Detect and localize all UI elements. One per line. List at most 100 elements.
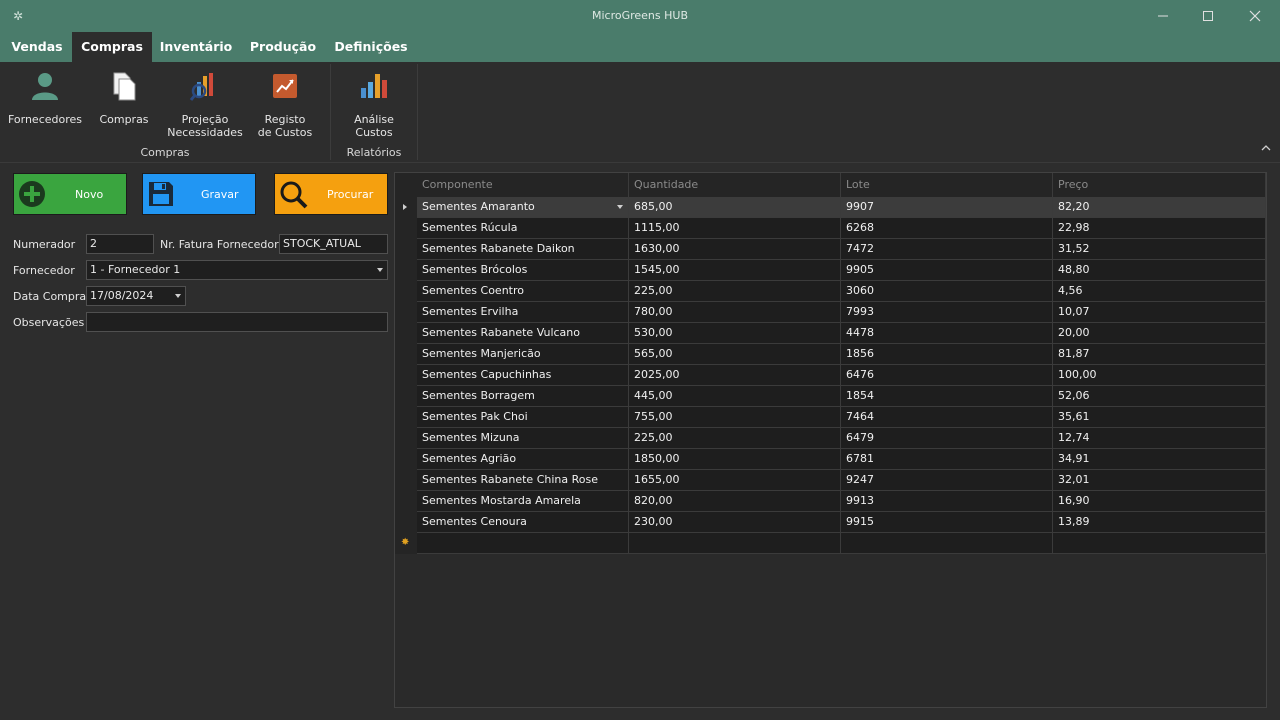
column-header-lote[interactable]: Lote — [841, 173, 1053, 197]
table-row[interactable]: Sementes Amaranto 685,00 9907 82,20 — [395, 197, 1266, 218]
table-cell[interactable]: 820,00 — [629, 491, 841, 512]
row-header[interactable] — [395, 239, 417, 260]
fornecedor-select[interactable]: 1 - Fornecedor 1 — [86, 260, 388, 280]
minimize-button[interactable] — [1140, 0, 1186, 32]
table-cell[interactable]: 9905 — [841, 260, 1053, 281]
table-cell[interactable]: Sementes Ervilha — [417, 302, 629, 323]
table-cell[interactable] — [1053, 533, 1266, 554]
chevron-down-icon[interactable] — [617, 205, 623, 209]
table-cell[interactable]: 9247 — [841, 470, 1053, 491]
table-cell[interactable]: 9915 — [841, 512, 1053, 533]
table-cell[interactable]: 1115,00 — [629, 218, 841, 239]
tab-inventario[interactable]: Inventário — [152, 32, 240, 62]
table-cell[interactable]: 1856 — [841, 344, 1053, 365]
table-cell[interactable]: 4478 — [841, 323, 1053, 344]
close-button[interactable] — [1232, 0, 1278, 32]
table-cell[interactable]: 22,98 — [1053, 218, 1266, 239]
table-row[interactable]: Sementes Rabanete Vulcano 530,00 4478 20,00 — [395, 323, 1266, 344]
table-cell[interactable]: Sementes Amaranto — [417, 197, 629, 218]
table-cell[interactable]: Sementes Rabanete Daikon — [417, 239, 629, 260]
table-cell[interactable] — [417, 533, 629, 554]
table-row[interactable]: Sementes Rabanete Daikon 1630,00 7472 31,52 — [395, 239, 1266, 260]
table-cell[interactable]: Sementes Pak Choi — [417, 407, 629, 428]
table-cell[interactable]: Sementes Rabanete China Rose — [417, 470, 629, 491]
table-row[interactable]: Sementes Agrião 1850,00 6781 34,91 — [395, 449, 1266, 470]
table-cell[interactable]: Sementes Borragem — [417, 386, 629, 407]
table-cell[interactable]: 4,56 — [1053, 281, 1266, 302]
table-cell[interactable]: 13,89 — [1053, 512, 1266, 533]
row-header[interactable] — [395, 281, 417, 302]
table-cell[interactable]: 230,00 — [629, 512, 841, 533]
row-header[interactable] — [395, 386, 417, 407]
table-cell[interactable]: 81,87 — [1053, 344, 1266, 365]
row-header[interactable] — [395, 449, 417, 470]
table-row[interactable]: Sementes Brócolos 1545,00 9905 48,80 — [395, 260, 1266, 281]
tab-compras[interactable]: Compras — [72, 32, 152, 62]
column-header-quantidade[interactable]: Quantidade — [629, 173, 841, 197]
numerador-input[interactable]: 2 — [86, 234, 154, 254]
table-cell[interactable]: 530,00 — [629, 323, 841, 344]
column-header-preco[interactable]: Preço — [1053, 173, 1266, 197]
table-cell[interactable]: 225,00 — [629, 281, 841, 302]
row-header[interactable] — [395, 323, 417, 344]
row-header[interactable] — [395, 344, 417, 365]
table-cell[interactable]: 1850,00 — [629, 449, 841, 470]
table-cell[interactable]: Sementes Cenoura — [417, 512, 629, 533]
table-row[interactable]: Sementes Mizuna 225,00 6479 12,74 — [395, 428, 1266, 449]
table-cell[interactable]: 52,06 — [1053, 386, 1266, 407]
row-header[interactable] — [395, 260, 417, 281]
analise-custos-button[interactable]: Análise Custos — [338, 70, 410, 139]
table-cell[interactable]: Sementes Rabanete Vulcano — [417, 323, 629, 344]
row-header[interactable] — [395, 428, 417, 449]
table-cell[interactable]: 755,00 — [629, 407, 841, 428]
row-header[interactable] — [395, 470, 417, 491]
row-header[interactable] — [395, 512, 417, 533]
new-row[interactable]: ✸ — [395, 533, 1266, 554]
compras-button[interactable]: Compras — [94, 70, 154, 126]
table-cell[interactable] — [841, 533, 1053, 554]
table-cell[interactable]: 780,00 — [629, 302, 841, 323]
table-cell[interactable]: Sementes Rúcula — [417, 218, 629, 239]
table-row[interactable]: Sementes Mostarda Amarela 820,00 9913 16,90 — [395, 491, 1266, 512]
fornecedores-button[interactable]: Fornecedores — [6, 70, 84, 126]
observacoes-input[interactable] — [86, 312, 388, 332]
registo-custos-button[interactable]: Registo de Custos — [250, 70, 320, 139]
table-cell[interactable]: Sementes Capuchinhas — [417, 365, 629, 386]
table-row[interactable]: Sementes Coentro 225,00 3060 4,56 — [395, 281, 1266, 302]
table-cell[interactable]: 9907 — [841, 197, 1053, 218]
table-cell[interactable]: 6479 — [841, 428, 1053, 449]
table-cell[interactable]: 16,90 — [1053, 491, 1266, 512]
table-cell[interactable]: Sementes Agrião — [417, 449, 629, 470]
table-row[interactable]: Sementes Ervilha 780,00 7993 10,07 — [395, 302, 1266, 323]
table-cell[interactable]: 31,52 — [1053, 239, 1266, 260]
table-row[interactable]: Sementes Rúcula 1115,00 6268 22,98 — [395, 218, 1266, 239]
row-header[interactable] — [395, 302, 417, 323]
collapse-ribbon-icon[interactable] — [1260, 142, 1272, 154]
table-cell[interactable]: 1545,00 — [629, 260, 841, 281]
table-cell[interactable]: 48,80 — [1053, 260, 1266, 281]
table-cell[interactable]: 34,91 — [1053, 449, 1266, 470]
table-row[interactable]: Sementes Cenoura 230,00 9915 13,89 — [395, 512, 1266, 533]
procurar-button[interactable]: Procurar — [274, 173, 388, 215]
table-cell[interactable]: Sementes Mizuna — [417, 428, 629, 449]
table-cell[interactable]: 445,00 — [629, 386, 841, 407]
maximize-button[interactable] — [1185, 0, 1231, 32]
row-header[interactable] — [395, 491, 417, 512]
table-cell[interactable]: 1854 — [841, 386, 1053, 407]
table-cell[interactable]: Sementes Mostarda Amarela — [417, 491, 629, 512]
table-cell[interactable]: 32,01 — [1053, 470, 1266, 491]
table-cell[interactable] — [629, 533, 841, 554]
table-cell[interactable]: 6781 — [841, 449, 1053, 470]
table-cell[interactable]: 7464 — [841, 407, 1053, 428]
table-row[interactable]: Sementes Capuchinhas 2025,00 6476 100,00 — [395, 365, 1266, 386]
table-cell[interactable]: Sementes Manjericão — [417, 344, 629, 365]
gravar-button[interactable]: Gravar — [142, 173, 256, 215]
fatura-input[interactable]: STOCK_ATUAL — [279, 234, 388, 254]
table-cell[interactable]: 225,00 — [629, 428, 841, 449]
table-cell[interactable]: 565,00 — [629, 344, 841, 365]
table-cell[interactable]: 2025,00 — [629, 365, 841, 386]
table-cell[interactable]: 82,20 — [1053, 197, 1266, 218]
table-cell[interactable]: Sementes Coentro — [417, 281, 629, 302]
table-cell[interactable]: 7993 — [841, 302, 1053, 323]
table-row[interactable]: Sementes Rabanete China Rose 1655,00 9247 3… — [395, 470, 1266, 491]
